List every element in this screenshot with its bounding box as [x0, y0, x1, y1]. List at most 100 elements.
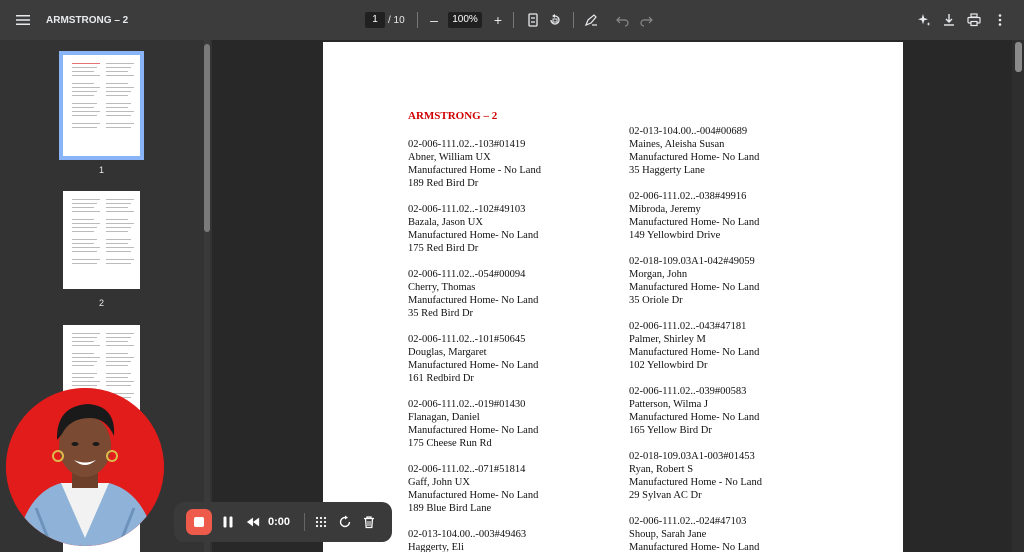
- thumbnail-text-line: [72, 247, 100, 248]
- thumbnail-text-line: [72, 103, 97, 104]
- thumbnail-text-line: [106, 333, 134, 334]
- entry-type: Manufactured Home- No Land: [629, 152, 760, 163]
- fit-page-icon[interactable]: [525, 0, 541, 40]
- redo-icon[interactable]: [638, 0, 654, 40]
- thumbnail-text-line: [106, 341, 128, 342]
- rewind-icon[interactable]: [244, 515, 262, 529]
- grid-dots-icon[interactable]: [313, 515, 329, 529]
- thumbnail-text-line: [106, 357, 134, 358]
- viewer-scrollbar-track[interactable]: [1012, 40, 1024, 552]
- print-icon[interactable]: [966, 0, 982, 40]
- restart-icon[interactable]: [337, 515, 353, 529]
- entry-type: Manufactured Home- No Land: [408, 360, 539, 371]
- annotate-pen-icon[interactable]: [583, 0, 599, 40]
- thumbnail-text-line: [72, 67, 97, 68]
- page-total: / 10: [388, 14, 405, 26]
- entry-parcel: 02-006-111.02..-054#00094: [408, 269, 526, 280]
- zoom-level-input[interactable]: 100%: [448, 12, 482, 28]
- entry-parcel: 02-006-111.02..-101#50645: [408, 334, 526, 345]
- entry-address: 35 Haggerty Lane: [629, 165, 705, 176]
- entry-type: Manufactured Home- No Land: [408, 295, 539, 306]
- entry-address: 161 Redbird Dr: [408, 373, 474, 384]
- thumbnail-text-line: [106, 83, 128, 84]
- thumbnail-text-line: [72, 353, 94, 354]
- entry-address: 189 Blue Bird Lane: [408, 503, 492, 514]
- undo-icon[interactable]: [615, 0, 631, 40]
- thumbnail-text-line: [72, 83, 94, 84]
- more-options-icon[interactable]: [992, 0, 1008, 40]
- thumbnail-text-line: [106, 385, 131, 386]
- document-heading: ARMSTRONG – 2: [408, 110, 498, 122]
- thumbnail-text-line: [72, 365, 94, 366]
- thumbnail-text-line: [106, 353, 128, 354]
- download-icon[interactable]: [941, 0, 957, 40]
- property-entry: 02-006-111.02..-019#01430 Flanagan, Danie…: [408, 398, 618, 450]
- thumbnail-text-line: [106, 345, 134, 346]
- recording-control-bar: 0:00: [174, 502, 392, 542]
- rotate-icon[interactable]: [547, 0, 563, 40]
- trash-icon[interactable]: [361, 515, 377, 529]
- thumbnail-text-line: [106, 67, 131, 68]
- webcam-bubble[interactable]: [6, 388, 164, 546]
- sparkle-ai-icon[interactable]: [916, 0, 932, 40]
- thumbnail-text-line: [72, 115, 97, 116]
- page-number-input[interactable]: 1: [365, 12, 385, 28]
- thumbnail-text-line: [72, 341, 94, 342]
- thumbnail-text-line: [106, 239, 131, 240]
- entry-owner: Abner, William UX: [408, 152, 491, 163]
- entry-address: 35 Red Bird Dr: [408, 308, 474, 319]
- entry-parcel: 02-006-111.02..-071#51814: [408, 464, 526, 475]
- thumbnail-text-line: [72, 63, 100, 64]
- entry-owner: Patterson, Wilma J: [629, 399, 709, 410]
- menu-icon[interactable]: [10, 0, 36, 40]
- entry-type: Manufactured Home- No Land: [629, 412, 760, 423]
- entry-parcel: 02-006-111.02..-019#01430: [408, 399, 526, 410]
- entry-type: Manufactured Home- No Land: [408, 230, 539, 241]
- thumbnail-text-line: [72, 227, 97, 228]
- entry-owner: Mibroda, Jeremy: [629, 204, 701, 215]
- thumbnail-text-line: [72, 127, 97, 128]
- entry-parcel: 02-006-111.02..-039#00583: [629, 386, 747, 397]
- presenter-video-image: [6, 388, 164, 546]
- entry-type: Manufactured Home - No Land: [629, 477, 762, 488]
- entry-type: Manufactured Home- No Land: [629, 542, 760, 552]
- page-thumbnail-2[interactable]: [63, 191, 140, 289]
- thumbnail-text-line: [106, 251, 131, 252]
- entry-address: 175 Cheese Run Rd: [408, 438, 492, 449]
- toolbar-divider: [417, 12, 418, 28]
- property-entry: 02-006-111.02..-054#00094 Cherry, Thomas M…: [408, 268, 618, 320]
- entry-parcel: 02-006-111.02..-103#01419: [408, 139, 526, 150]
- thumbnail-text-line: [106, 263, 131, 264]
- pause-icon[interactable]: [220, 515, 236, 529]
- entry-owner: Cherry, Thomas: [408, 282, 476, 293]
- entry-type: Manufactured Home- No Land: [408, 425, 539, 436]
- left-column: 02-006-111.02..-103#01419 Abner, William …: [408, 138, 618, 552]
- thumbnail-text-line: [106, 381, 134, 382]
- entry-owner: Morgan, John: [629, 269, 688, 280]
- zoom-out-button[interactable]: –: [426, 0, 442, 40]
- thumbnail-text-line: [106, 219, 128, 220]
- sidebar-scrollbar-thumb[interactable]: [204, 44, 210, 232]
- right-column: 02-013-104.00..-004#00689 Maines, Aleisha…: [629, 125, 839, 552]
- thumbnail-text-line: [106, 75, 134, 76]
- entry-owner: Ryan, Robert S: [629, 464, 694, 475]
- thumbnail-text-line: [72, 219, 94, 220]
- viewer-scrollbar-thumb[interactable]: [1015, 42, 1022, 72]
- zoom-in-button[interactable]: +: [490, 0, 506, 40]
- property-entry: 02-006-111.02..-103#01419 Abner, William …: [408, 138, 618, 190]
- thumbnail-text-line: [72, 381, 100, 382]
- stop-recording-button[interactable]: [186, 509, 212, 535]
- property-entry: 02-006-111.02..-101#50645 Douglas, Margar…: [408, 333, 618, 385]
- entry-parcel: 02-006-111.02..-043#47181: [629, 321, 747, 332]
- thumbnail-text-line: [72, 361, 97, 362]
- thumbnail-text-line: [72, 345, 100, 346]
- thumbnail-text-line: [72, 91, 97, 92]
- thumbnail-text-line: [72, 231, 94, 232]
- entry-type: Manufactured Home- No Land: [408, 490, 539, 501]
- entry-address: 102 Yellowbird Dr: [629, 360, 708, 371]
- page-thumbnail-1[interactable]: [59, 51, 144, 160]
- thumbnail-text-line: [106, 107, 128, 108]
- thumbnail-text-line: [72, 259, 100, 260]
- thumbnail-text-line: [72, 111, 100, 112]
- entry-address: 29 Sylvan AC Dr: [629, 490, 702, 501]
